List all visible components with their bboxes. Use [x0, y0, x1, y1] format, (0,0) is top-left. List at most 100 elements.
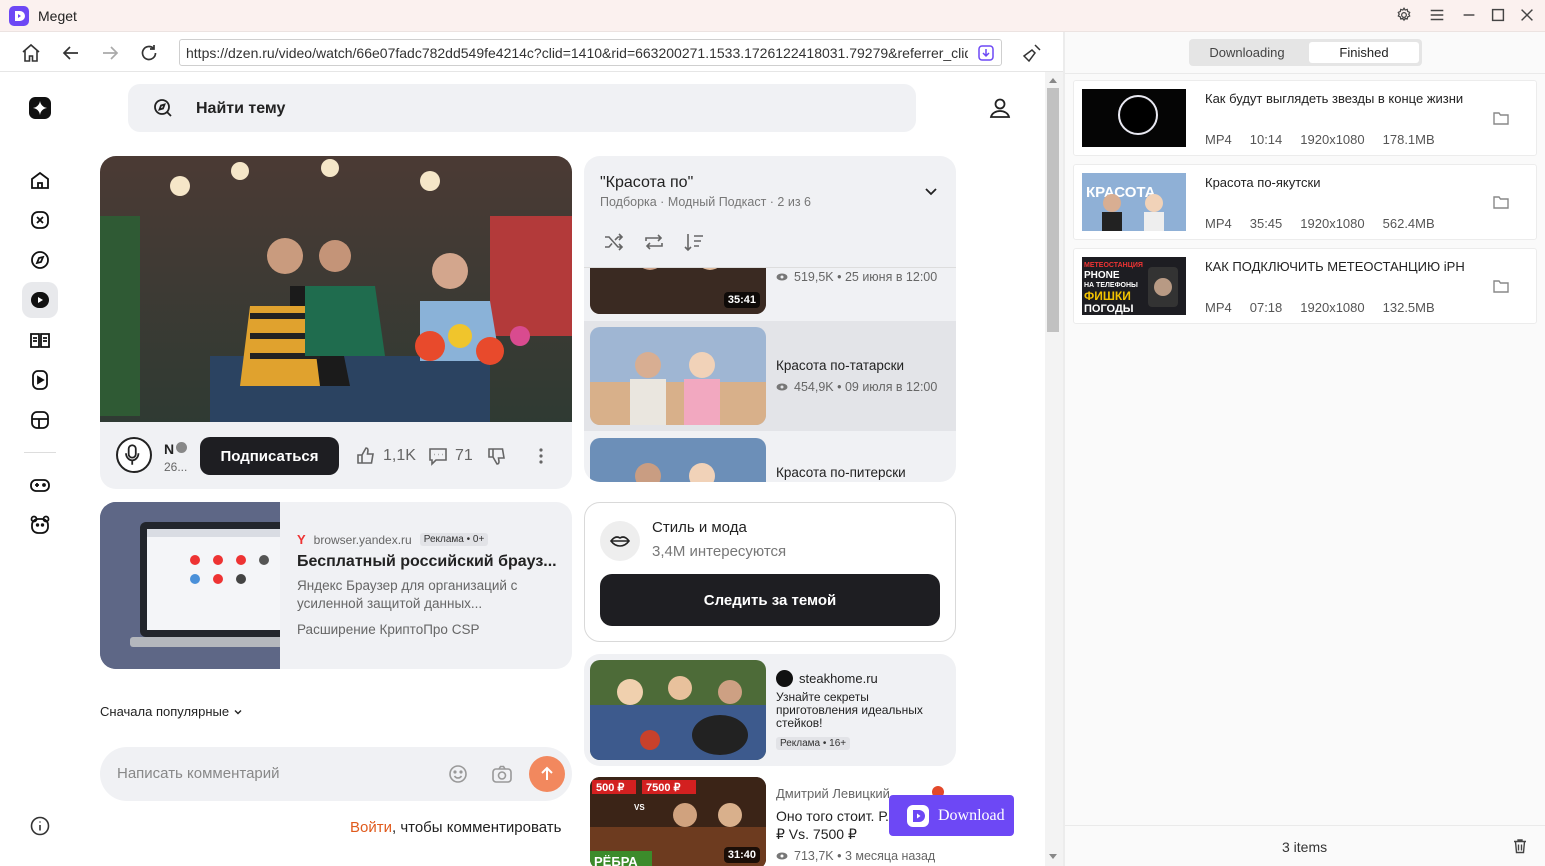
channel-name[interactable]: N — [164, 441, 174, 457]
svg-text:МЕТЕОСТАНЦИЯ: МЕТЕОСТАНЦИЯ — [1084, 262, 1143, 269]
svg-text:КРАСОТА: КРАСОТА — [1086, 184, 1156, 201]
sponsored-badge: Реклама • 16+ — [776, 737, 851, 750]
nav-divider — [24, 452, 56, 453]
video-author: Дмитрий Левицкий — [776, 786, 890, 801]
channel-avatar[interactable] — [116, 437, 152, 473]
topic-card: Стиль и мода 3,4M интересуются Следить з… — [584, 502, 956, 642]
playlist-panel: "Красота по" Подборка · Модный Подкаст ·… — [584, 156, 956, 482]
login-prompt: Войти, чтобы комментировать — [350, 819, 562, 836]
scrollbar-thumb[interactable] — [1047, 88, 1059, 332]
comment-count: 71 — [455, 447, 473, 464]
maximize-icon[interactable] — [1489, 6, 1509, 26]
topic-search-input[interactable]: Найти тему — [128, 84, 916, 132]
download-title: Красота по-якутски — [1205, 175, 1321, 190]
repeat-icon[interactable] — [642, 230, 666, 254]
download-item[interactable]: МЕТЕОСТАНЦИЯ PHONE НА ТЕЛЕФОНЫ ФИШКИ ПОГОДЫ … — [1073, 248, 1537, 324]
playlist-item[interactable]: 35:41 519,5K • 25 июня в 12:00 — [584, 268, 956, 320]
comments-button[interactable]: 71 — [427, 445, 473, 467]
nav-kids-bear-icon[interactable] — [22, 507, 58, 543]
open-folder-icon[interactable] — [1492, 193, 1510, 211]
like-button[interactable]: 1,1K — [355, 445, 416, 467]
scroll-up-arrow-icon[interactable] — [1049, 78, 1057, 83]
subscribe-button[interactable]: Подписаться — [200, 437, 339, 475]
shuffle-icon[interactable] — [602, 230, 626, 254]
address-bar[interactable]: https://dzen.ru/video/watch/66e07fadc782… — [179, 39, 1002, 66]
channel-subscribers: 26... — [164, 460, 188, 474]
playlist-title: "Красота по" — [600, 174, 694, 191]
download-item[interactable]: Как будут выглядеть звезды в конце жизни… — [1073, 80, 1537, 156]
svg-text:7500 ₽: 7500 ₽ — [646, 782, 681, 794]
ad-title[interactable]: Бесплатный российский брауз... — [297, 553, 557, 571]
open-folder-icon[interactable] — [1492, 109, 1510, 127]
playlist-thumbnail: 35:41 — [590, 268, 766, 314]
dzen-logo-icon[interactable] — [22, 90, 58, 126]
ad-link[interactable]: Расширение КриптоПро CSP — [297, 622, 479, 637]
more-options-icon[interactable] — [530, 445, 552, 467]
download-title: Как будут выглядеть звезды в конце жизни — [1205, 91, 1464, 106]
comment-sort-dropdown[interactable]: Сначала популярные — [100, 704, 243, 719]
nav-video-icon[interactable] — [22, 282, 58, 318]
sponsored-image — [590, 660, 766, 760]
info-icon[interactable] — [29, 815, 51, 837]
follow-topic-button[interactable]: Следить за темой — [600, 574, 940, 626]
download-item[interactable]: КРАСОТА Красота по-якутски MP4 35:45 1920x… — [1073, 164, 1537, 240]
download-meta: MP4 35:45 1920x1080 562.4MB — [1205, 216, 1435, 231]
reload-icon[interactable] — [138, 42, 160, 64]
thumbs-up-icon — [357, 447, 374, 464]
playlist-item-active[interactable]: Красота по-татарски 454,9K • 09 июля в 1… — [584, 321, 956, 431]
topic-title[interactable]: Стиль и мода — [652, 519, 747, 536]
url-text[interactable]: https://dzen.ru/video/watch/66e07fadc782… — [186, 45, 968, 61]
items-count: 3 items — [1282, 839, 1328, 855]
page-download-icon[interactable] — [977, 44, 995, 62]
scroll-down-arrow-icon[interactable] — [1049, 854, 1057, 859]
comment-placeholder: Написать комментарий — [117, 765, 280, 782]
open-folder-icon[interactable] — [1492, 277, 1510, 295]
ad-description: Яндекс Браузер для организаций с усиленн… — [297, 578, 518, 611]
camera-icon[interactable] — [491, 763, 513, 785]
yandex-logo-icon: Y — [297, 532, 306, 547]
chevron-down-icon[interactable] — [922, 182, 940, 200]
home-icon[interactable] — [20, 42, 42, 64]
menu-icon[interactable] — [1428, 6, 1448, 26]
comment-input[interactable]: Написать комментарий — [100, 747, 572, 801]
clear-broom-icon[interactable] — [1021, 42, 1043, 64]
views-eye-icon — [776, 383, 788, 391]
trash-icon[interactable] — [1511, 837, 1529, 855]
settings-gear-icon[interactable] — [1395, 6, 1415, 26]
download-thumbnail — [1082, 89, 1186, 147]
login-link[interactable]: Войти — [350, 819, 392, 836]
dislike-button[interactable] — [486, 445, 508, 467]
download-thumbnail: МЕТЕОСТАНЦИЯ PHONE НА ТЕЛЕФОНЫ ФИШКИ ПОГОДЫ — [1082, 257, 1186, 315]
send-comment-button[interactable] — [529, 756, 565, 792]
title-bar: Meget — [0, 0, 1545, 32]
nav-games-icon[interactable] — [22, 467, 58, 503]
sort-icon[interactable] — [682, 230, 706, 254]
panel-footer: 3 items — [1065, 825, 1545, 866]
back-arrow-icon[interactable] — [60, 42, 82, 64]
close-icon[interactable] — [1518, 6, 1538, 26]
forward-arrow-icon[interactable] — [99, 42, 121, 64]
nav-articles-icon[interactable] — [22, 322, 58, 358]
meget-logo-icon — [907, 804, 929, 827]
playlist-item[interactable]: Красота по-питерски — [584, 432, 956, 482]
playlist-item-title: Красота по-питерски — [776, 465, 906, 480]
nav-subscriptions-icon[interactable] — [22, 202, 58, 238]
tab-downloading[interactable]: Downloading — [1192, 42, 1302, 63]
minimize-icon[interactable] — [1460, 6, 1480, 26]
ad-card[interactable]: Y browser.yandex.ru Реклама • 0+ Бесплат… — [100, 502, 572, 669]
nav-home-icon[interactable] — [22, 162, 58, 198]
nav-explore-icon[interactable] — [22, 242, 58, 278]
video-player-card: N 26... Подписаться 1,1K 71 — [100, 156, 572, 489]
tab-finished[interactable]: Finished — [1309, 42, 1419, 63]
like-count: 1,1K — [383, 447, 416, 464]
user-profile-icon[interactable] — [987, 96, 1013, 122]
video-frame[interactable] — [100, 156, 572, 422]
emoji-icon[interactable] — [447, 763, 469, 785]
nav-shorts-icon[interactable] — [22, 362, 58, 398]
svg-text:ФИШКИ: ФИШКИ — [1084, 289, 1131, 303]
download-button[interactable]: Download — [889, 795, 1014, 836]
download-title: КАК ПОДКЛЮЧИТЬ МЕТЕОСТАНЦИЮ iPHC — [1205, 259, 1465, 274]
nav-news-icon[interactable] — [22, 402, 58, 438]
sponsored-card[interactable]: steakhome.ru Узнайте секреты приготовлен… — [584, 654, 956, 766]
views-eye-icon — [776, 273, 788, 281]
